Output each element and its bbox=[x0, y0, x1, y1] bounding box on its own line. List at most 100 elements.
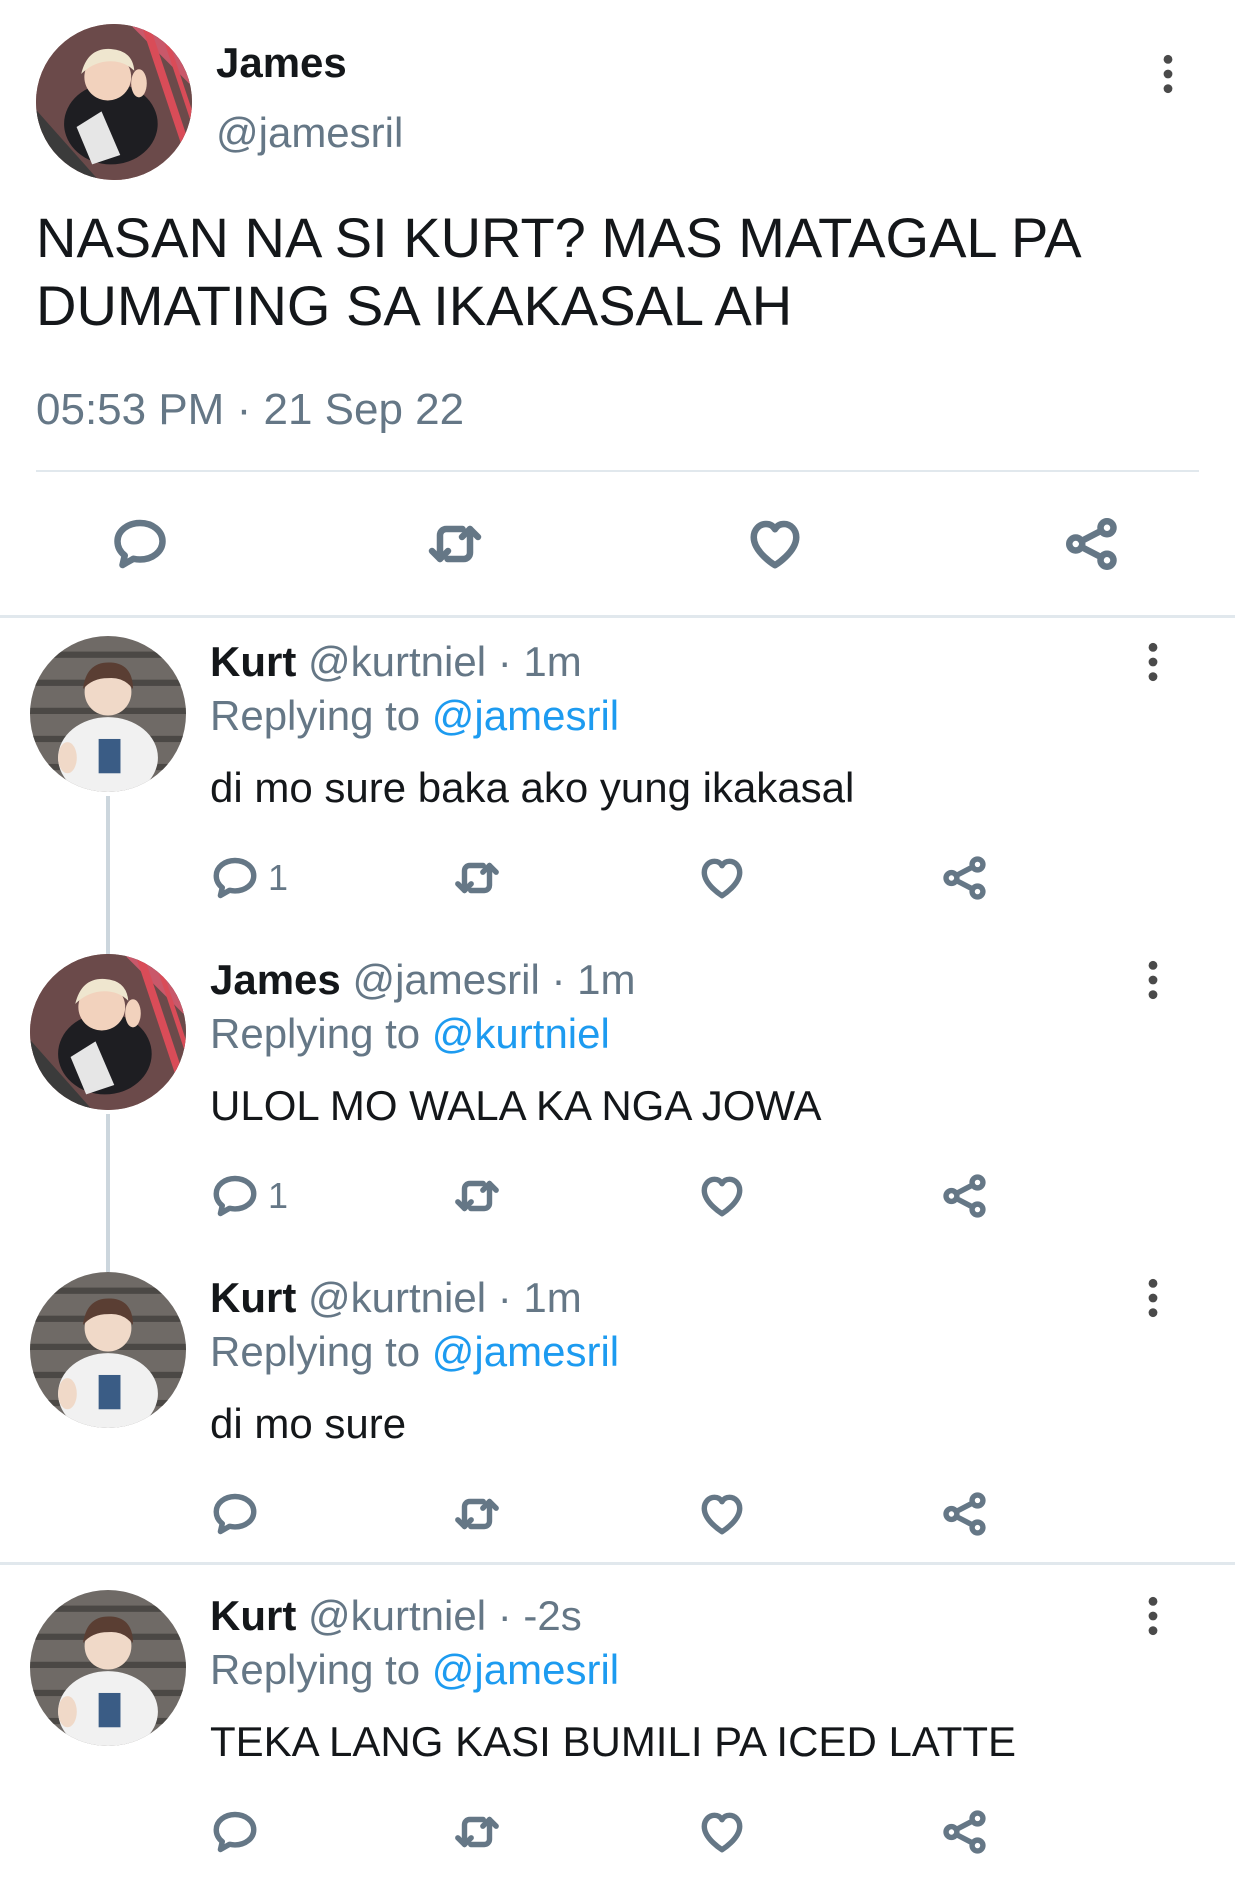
reply-count: 1 bbox=[268, 857, 289, 898]
section-divider bbox=[0, 1562, 1235, 1565]
retweet-button[interactable] bbox=[452, 1807, 502, 1857]
tweet-timestamp: 05:53 PM · 21 Sep 22 bbox=[36, 382, 464, 438]
retweet-button[interactable] bbox=[452, 853, 502, 903]
like-icon bbox=[697, 1807, 747, 1857]
reply-time: 1m bbox=[523, 638, 582, 685]
avatar[interactable] bbox=[30, 1272, 186, 1428]
like-icon bbox=[697, 853, 747, 903]
author-name[interactable]: Kurt bbox=[210, 638, 296, 685]
share-button[interactable] bbox=[940, 1171, 990, 1221]
avatar[interactable] bbox=[30, 1590, 186, 1746]
retweet-icon bbox=[452, 1171, 502, 1221]
avatar-james-image bbox=[36, 24, 192, 180]
separator-dot: · bbox=[497, 1592, 512, 1639]
like-button[interactable] bbox=[697, 853, 747, 903]
more-options-icon[interactable] bbox=[1150, 52, 1186, 96]
retweet-button[interactable] bbox=[452, 1171, 502, 1221]
replying-to-handle[interactable]: @jamesril bbox=[432, 1646, 619, 1693]
author-handle[interactable]: @jamesril bbox=[216, 108, 403, 158]
reply-icon bbox=[210, 853, 260, 903]
tweet-date: 21 Sep 22 bbox=[263, 385, 465, 434]
divider bbox=[36, 470, 1199, 472]
author-name[interactable]: James bbox=[216, 38, 347, 88]
reply-button[interactable] bbox=[110, 514, 170, 574]
tweet-text: NASAN NA SI KURT? MAS MATAGAL PA DUMATIN… bbox=[36, 206, 1079, 337]
reply-icon bbox=[210, 1171, 260, 1221]
share-icon bbox=[940, 1171, 990, 1221]
replying-to-handle[interactable]: @jamesril bbox=[432, 692, 619, 739]
reply-header: Kurt @kurtniel · -2s bbox=[210, 1590, 582, 1642]
reply-button[interactable] bbox=[210, 1489, 268, 1539]
reply-header: James @jamesril · 1m bbox=[210, 954, 635, 1006]
more-options-icon[interactable] bbox=[1138, 958, 1168, 1002]
replying-to-handle[interactable]: @jamesril bbox=[432, 1328, 619, 1375]
replying-to-label: Replying to bbox=[210, 1328, 432, 1375]
replying-to: Replying to @kurtniel bbox=[210, 1008, 610, 1060]
author-handle[interactable]: @kurtniel bbox=[308, 638, 486, 685]
retweet-icon bbox=[452, 853, 502, 903]
retweet-icon bbox=[452, 1807, 502, 1857]
author-handle[interactable]: @kurtniel bbox=[308, 1274, 486, 1321]
thread-line bbox=[106, 796, 110, 954]
share-button[interactable] bbox=[940, 853, 990, 903]
separator-dot: · bbox=[497, 638, 512, 685]
replying-to-label: Replying to bbox=[210, 1646, 432, 1693]
avatar-james-image bbox=[30, 954, 186, 1110]
section-divider bbox=[0, 615, 1235, 618]
reply-button[interactable]: 1 bbox=[210, 1171, 288, 1221]
retweet-icon bbox=[452, 1489, 502, 1539]
reply-text: di mo sure bbox=[210, 1400, 407, 1447]
tweet-time: 05:53 PM bbox=[36, 385, 225, 434]
like-button[interactable] bbox=[745, 514, 805, 574]
separator-dot: · bbox=[236, 385, 252, 434]
reply-time: 1m bbox=[523, 1274, 582, 1321]
replying-to: Replying to @jamesril bbox=[210, 1326, 619, 1378]
reply-count: 1 bbox=[268, 1175, 289, 1216]
reply-text: ULOL MO WALA KA NGA JOWA bbox=[210, 1082, 822, 1129]
like-button[interactable] bbox=[697, 1489, 747, 1539]
share-icon bbox=[940, 853, 990, 903]
reply-button[interactable] bbox=[210, 1807, 268, 1857]
separator-dot: · bbox=[551, 956, 566, 1003]
like-icon bbox=[697, 1171, 747, 1221]
author-name[interactable]: Kurt bbox=[210, 1592, 296, 1639]
replying-to-label: Replying to bbox=[210, 692, 432, 739]
like-icon bbox=[745, 514, 805, 574]
like-button[interactable] bbox=[697, 1171, 747, 1221]
share-button[interactable] bbox=[940, 1807, 990, 1857]
author-handle[interactable]: @jamesril bbox=[352, 956, 539, 1003]
avatar-kurt-image bbox=[30, 636, 186, 792]
avatar[interactable] bbox=[30, 954, 186, 1110]
more-options-icon[interactable] bbox=[1138, 1276, 1168, 1320]
share-icon bbox=[1062, 514, 1122, 574]
replying-to: Replying to @jamesril bbox=[210, 1644, 619, 1696]
reply-header: Kurt @kurtniel · 1m bbox=[210, 636, 582, 688]
reply-text: di mo sure baka ako yung ikakasal bbox=[210, 764, 855, 811]
share-button[interactable] bbox=[1062, 514, 1122, 574]
more-options-icon[interactable] bbox=[1138, 1594, 1168, 1638]
author-handle[interactable]: @kurtniel bbox=[308, 1592, 486, 1639]
author-name[interactable]: James bbox=[210, 956, 341, 1003]
like-icon bbox=[697, 1489, 747, 1539]
replying-to-handle[interactable]: @kurtniel bbox=[432, 1010, 610, 1057]
more-options-icon[interactable] bbox=[1138, 640, 1168, 684]
retweet-button[interactable] bbox=[452, 1489, 502, 1539]
reply-header: Kurt @kurtniel · 1m bbox=[210, 1272, 582, 1324]
avatar[interactable] bbox=[36, 24, 192, 180]
share-button[interactable] bbox=[940, 1489, 990, 1539]
like-button[interactable] bbox=[697, 1807, 747, 1857]
author-name[interactable]: Kurt bbox=[210, 1274, 296, 1321]
retweet-button[interactable] bbox=[425, 514, 485, 574]
thread-line bbox=[106, 1114, 110, 1272]
avatar[interactable] bbox=[30, 636, 186, 792]
reply-icon bbox=[110, 514, 170, 574]
reply-time: 1m bbox=[577, 956, 636, 1003]
share-icon bbox=[940, 1807, 990, 1857]
reply-icon bbox=[210, 1489, 260, 1539]
reply-icon bbox=[210, 1807, 260, 1857]
avatar-kurt-image bbox=[30, 1272, 186, 1428]
reply-button[interactable]: 1 bbox=[210, 853, 288, 903]
reply-time: -2s bbox=[523, 1592, 582, 1639]
share-icon bbox=[940, 1489, 990, 1539]
replying-to-label: Replying to bbox=[210, 1010, 432, 1057]
